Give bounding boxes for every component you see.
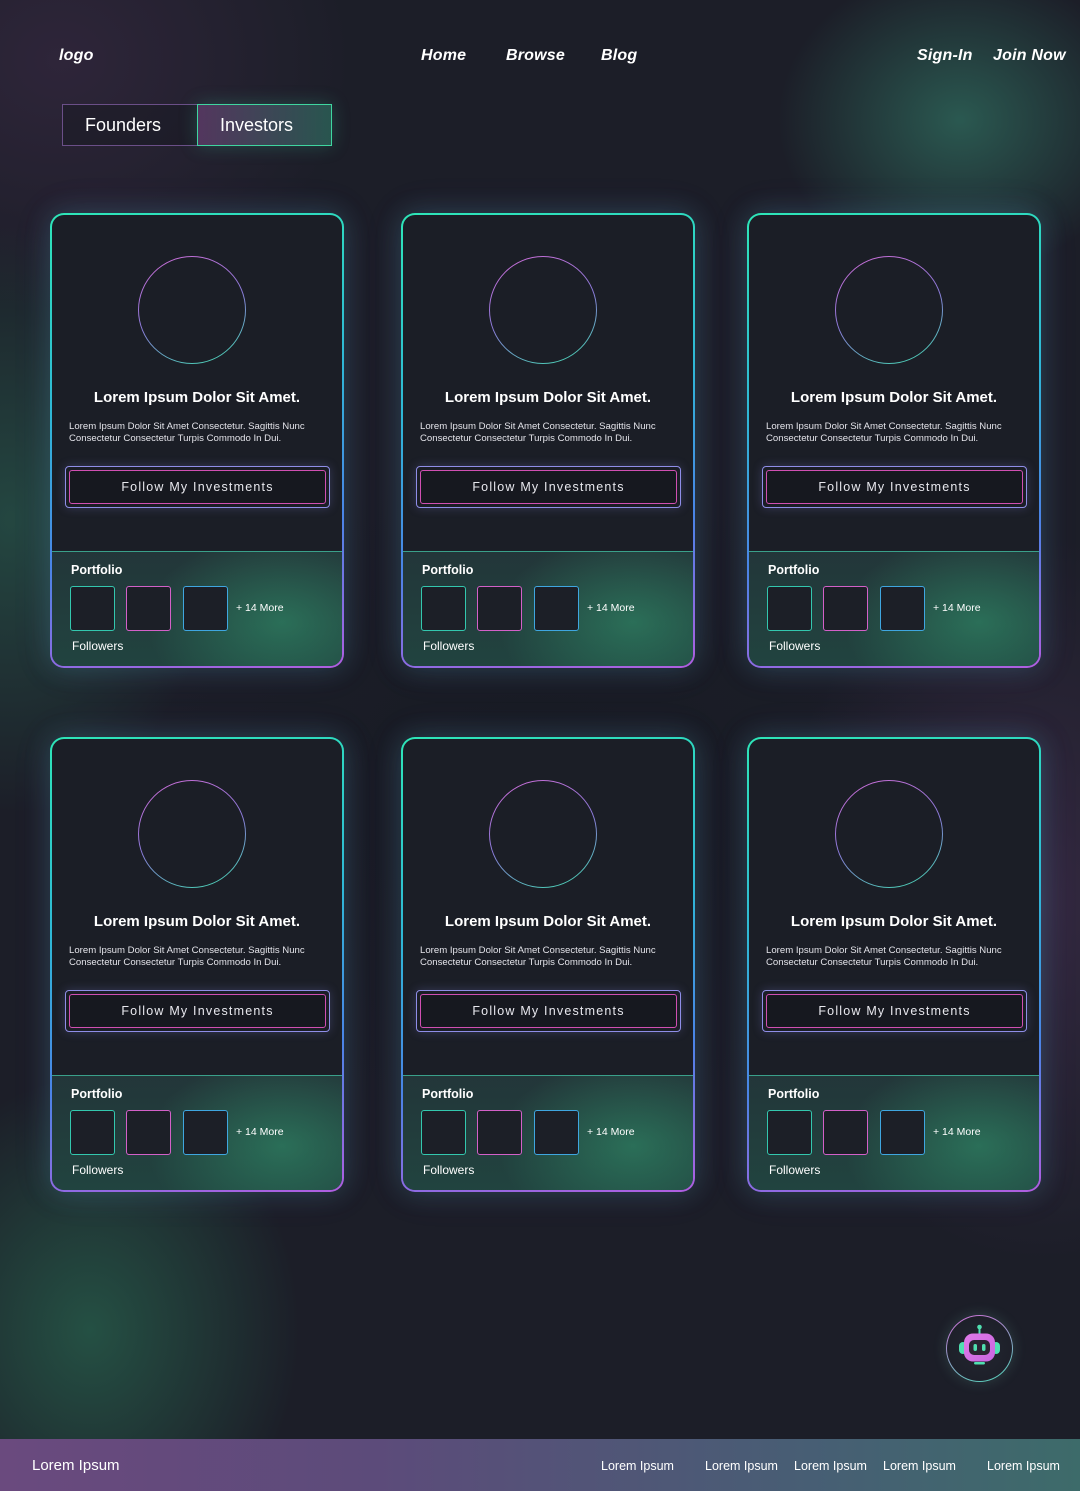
chatbot-button[interactable] [946,1315,1013,1382]
portfolio-label: Portfolio [71,1087,123,1101]
card-title: Lorem Ipsum Dolor Sit Amet. [790,913,998,930]
portfolio-section: Portfolio + 14 More Followers [749,1075,1039,1190]
investor-card-body: Lorem Ipsum Dolor Sit Amet. Lorem Ipsum … [749,739,1039,1190]
portfolio-thumbnail[interactable] [823,1110,868,1155]
investor-card-body: Lorem Ipsum Dolor Sit Amet. Lorem Ipsum … [749,215,1039,666]
follow-button-frame: Follow My Investments [762,990,1027,1032]
portfolio-thumbnail[interactable] [767,586,812,631]
followers-label: Followers [72,1163,124,1177]
follow-button-frame: Follow My Investments [65,990,330,1032]
footer-link[interactable]: Lorem Ipsum [987,1459,1060,1473]
follow-investments-button[interactable]: Follow My Investments [420,994,677,1028]
card-title: Lorem Ipsum Dolor Sit Amet. [444,913,652,930]
investor-grid: Lorem Ipsum Dolor Sit Amet. Lorem Ipsum … [0,0,1080,1300]
card-description: Lorem Ipsum Dolor Sit Amet Consectetur. … [420,421,656,444]
followers-label: Followers [423,639,475,653]
footer: Lorem Ipsum Lorem Ipsum Lorem Ipsum Lore… [0,1439,1080,1491]
portfolio-thumbnail[interactable] [70,1110,115,1155]
portfolio-label: Portfolio [71,563,123,577]
footer-link[interactable]: Lorem Ipsum [705,1459,778,1473]
card-description: Lorem Ipsum Dolor Sit Amet Consectetur. … [69,421,305,444]
followers-label: Followers [769,1163,821,1177]
investor-card-body: Lorem Ipsum Dolor Sit Amet. Lorem Ipsum … [403,739,693,1190]
avatar[interactable] [835,780,943,888]
investor-card: Lorem Ipsum Dolor Sit Amet. Lorem Ipsum … [401,737,695,1192]
portfolio-section: Portfolio + 14 More Followers [403,551,693,666]
portfolio-thumbnail[interactable] [183,1110,228,1155]
portfolio-thumbnail[interactable] [477,1110,522,1155]
footer-link[interactable]: Lorem Ipsum [883,1459,956,1473]
avatar[interactable] [489,256,597,364]
portfolio-thumbnail[interactable] [183,586,228,631]
portfolio-section: Portfolio + 14 More Followers [52,551,342,666]
followers-label: Followers [423,1163,475,1177]
card-description: Lorem Ipsum Dolor Sit Amet Consectetur. … [766,945,1002,968]
card-title: Lorem Ipsum Dolor Sit Amet. [93,913,301,930]
card-title: Lorem Ipsum Dolor Sit Amet. [444,389,652,406]
portfolio-thumbnail[interactable] [534,586,579,631]
card-description: Lorem Ipsum Dolor Sit Amet Consectetur. … [420,945,656,968]
investor-card: Lorem Ipsum Dolor Sit Amet. Lorem Ipsum … [401,213,695,668]
followers-label: Followers [769,639,821,653]
portfolio-thumbnail[interactable] [880,1110,925,1155]
avatar[interactable] [138,256,246,364]
investor-card: Lorem Ipsum Dolor Sit Amet. Lorem Ipsum … [50,213,344,668]
portfolio-thumbnail[interactable] [421,586,466,631]
follow-investments-button[interactable]: Follow My Investments [69,994,326,1028]
portfolio-label: Portfolio [422,563,474,577]
portfolio-section: Portfolio + 14 More Followers [52,1075,342,1190]
follow-investments-button[interactable]: Follow My Investments [69,470,326,504]
portfolio-label: Portfolio [768,563,820,577]
more-portfolio-link[interactable]: + 14 More [236,1126,284,1138]
follow-investments-button[interactable]: Follow My Investments [420,470,677,504]
follow-button-frame: Follow My Investments [416,466,681,508]
footer-link[interactable]: Lorem Ipsum [794,1459,867,1473]
footer-brand[interactable]: Lorem Ipsum [32,1457,120,1474]
card-title: Lorem Ipsum Dolor Sit Amet. [93,389,301,406]
follow-button-frame: Follow My Investments [416,990,681,1032]
portfolio-label: Portfolio [768,1087,820,1101]
portfolio-section: Portfolio + 14 More Followers [749,551,1039,666]
footer-link[interactable]: Lorem Ipsum [601,1459,674,1473]
portfolio-label: Portfolio [422,1087,474,1101]
card-title: Lorem Ipsum Dolor Sit Amet. [790,389,998,406]
follow-investments-button[interactable]: Follow My Investments [766,470,1023,504]
portfolio-thumbnail[interactable] [421,1110,466,1155]
more-portfolio-link[interactable]: + 14 More [933,1126,981,1138]
portfolio-thumbnail[interactable] [534,1110,579,1155]
portfolio-thumbnail[interactable] [767,1110,812,1155]
robot-icon [958,1324,1000,1364]
portfolio-thumbnail[interactable] [126,586,171,631]
more-portfolio-link[interactable]: + 14 More [587,1126,635,1138]
portfolio-thumbnail[interactable] [126,1110,171,1155]
avatar[interactable] [138,780,246,888]
card-description: Lorem Ipsum Dolor Sit Amet Consectetur. … [69,945,305,968]
avatar[interactable] [489,780,597,888]
portfolio-thumbnail[interactable] [880,586,925,631]
investor-card-body: Lorem Ipsum Dolor Sit Amet. Lorem Ipsum … [52,739,342,1190]
follow-button-frame: Follow My Investments [65,466,330,508]
investor-card: Lorem Ipsum Dolor Sit Amet. Lorem Ipsum … [50,737,344,1192]
followers-label: Followers [72,639,124,653]
follow-button-frame: Follow My Investments [762,466,1027,508]
follow-investments-button[interactable]: Follow My Investments [766,994,1023,1028]
investor-card-body: Lorem Ipsum Dolor Sit Amet. Lorem Ipsum … [52,215,342,666]
avatar[interactable] [835,256,943,364]
card-description: Lorem Ipsum Dolor Sit Amet Consectetur. … [766,421,1002,444]
more-portfolio-link[interactable]: + 14 More [587,602,635,614]
portfolio-thumbnail[interactable] [823,586,868,631]
investor-card: Lorem Ipsum Dolor Sit Amet. Lorem Ipsum … [747,213,1041,668]
more-portfolio-link[interactable]: + 14 More [236,602,284,614]
portfolio-thumbnail[interactable] [70,586,115,631]
investor-card-body: Lorem Ipsum Dolor Sit Amet. Lorem Ipsum … [403,215,693,666]
portfolio-thumbnail[interactable] [477,586,522,631]
more-portfolio-link[interactable]: + 14 More [933,602,981,614]
investor-card: Lorem Ipsum Dolor Sit Amet. Lorem Ipsum … [747,737,1041,1192]
portfolio-section: Portfolio + 14 More Followers [403,1075,693,1190]
